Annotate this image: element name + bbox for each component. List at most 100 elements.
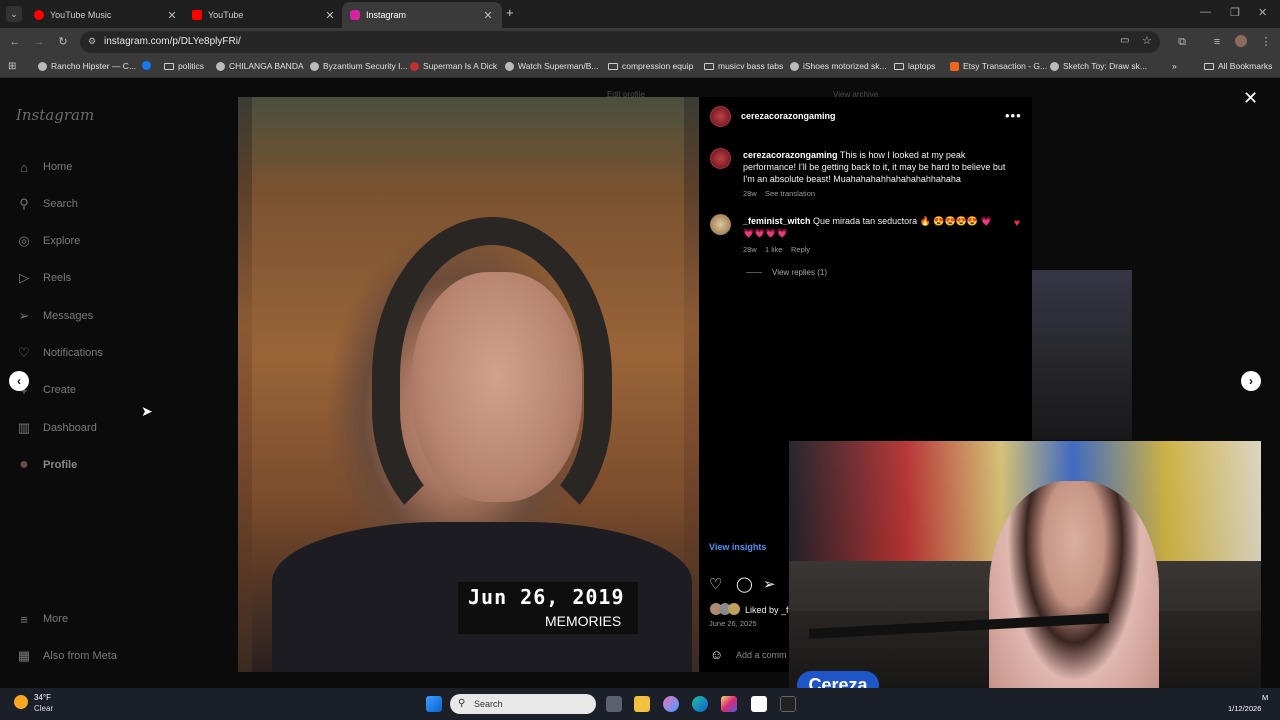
bookmark-item[interactable]: iShoes motorized sk... — [790, 61, 887, 71]
url-text[interactable]: instagram.com/p/DLYe8plyFRi/ — [104, 36, 241, 47]
all-bookmarks[interactable]: All Bookmarks — [1204, 61, 1272, 71]
close-modal-icon[interactable]: ✕ — [1243, 88, 1258, 109]
hamburger-icon: ≡ — [20, 611, 28, 627]
bookmark-item[interactable]: Watch Superman/B... — [505, 61, 598, 71]
terminal-icon[interactable] — [780, 696, 796, 712]
new-tab-button[interactable]: + — [506, 5, 514, 20]
nav-search[interactable]: ⚲ Search — [16, 193, 78, 215]
nav-profile[interactable]: ● Profile — [16, 454, 77, 476]
cast-icon[interactable]: ▭ — [1120, 35, 1129, 46]
media-icon[interactable]: ≡ — [1210, 35, 1224, 49]
tab-youtube[interactable]: YouTube ✕ — [184, 2, 344, 28]
reply-link[interactable]: Reply — [791, 245, 810, 254]
profile-avatar[interactable] — [1235, 35, 1247, 47]
liked-by-avatars — [710, 603, 742, 615]
bookmark-item[interactable]: Etsy Transaction - G... — [950, 61, 1047, 71]
view-insights-link[interactable]: View insights — [709, 542, 766, 552]
caption-username[interactable]: cerezacorazongaming — [743, 150, 838, 160]
post-options-icon[interactable]: ••• — [1005, 108, 1022, 123]
replies-divider — [746, 272, 762, 273]
forward-icon[interactable]: → — [32, 35, 46, 49]
messages-icon: ➢ — [18, 308, 30, 323]
amazon-icon[interactable] — [751, 696, 767, 712]
apps-icon[interactable]: ⊞ — [8, 61, 16, 72]
windows-start-icon[interactable] — [426, 696, 442, 712]
bookmark-label: Sketch Toy: Draw sk... — [1063, 61, 1147, 71]
tab-youtube-music[interactable]: YouTube Music ✕ — [26, 2, 186, 28]
task-view-icon[interactable] — [606, 696, 622, 712]
menu-icon[interactable]: ⋮ — [1259, 35, 1273, 49]
close-tab-icon[interactable]: ✕ — [166, 9, 178, 22]
comment-username[interactable]: _feminist_witch — [743, 216, 811, 226]
tab-instagram[interactable]: Instagram ✕ — [342, 2, 502, 28]
share-send-icon[interactable]: ➢ — [763, 575, 776, 593]
clock-date[interactable]: 1/12/2026 — [1228, 704, 1261, 713]
copilot-icon[interactable] — [663, 696, 679, 712]
photo-face — [412, 272, 582, 502]
emoji-icon[interactable]: ☺ — [710, 647, 723, 662]
close-tab-icon[interactable]: ✕ — [482, 9, 494, 22]
nav-notifications[interactable]: ♡ Notifications — [16, 342, 103, 364]
extensions-icon[interactable]: ⧉ — [1175, 35, 1189, 49]
bookmark-item[interactable]: Superman Is A Dick — [410, 61, 497, 71]
add-comment-input[interactable]: Add a comm — [736, 650, 787, 660]
bookmark-folder[interactable]: compression equip — [608, 61, 693, 71]
bookmark-star-icon[interactable]: ☆ — [1142, 34, 1152, 47]
weather-condition[interactable]: Clear — [34, 704, 53, 713]
like-heart-icon[interactable]: ♡ — [709, 575, 722, 593]
taskbar-search-box[interactable]: Search — [450, 694, 596, 714]
nav-label: Notifications — [43, 347, 103, 359]
nav-also-from-meta[interactable]: ▦ Also from Meta — [16, 645, 117, 667]
previous-post-button[interactable]: ‹ — [9, 371, 29, 391]
commenter-avatar[interactable] — [710, 214, 731, 235]
bookmark-item[interactable]: Rancho Hipster — C... — [38, 61, 136, 71]
post-author-username[interactable]: cerezacorazongaming — [741, 111, 836, 121]
bookmark-folder[interactable]: musicv bass tabs — [704, 61, 783, 71]
site-info-icon[interactable]: ⚙ — [88, 36, 96, 47]
file-explorer-icon[interactable] — [634, 696, 650, 712]
close-tab-icon[interactable]: ✕ — [324, 9, 336, 22]
meta-grid-icon: ▦ — [17, 648, 31, 663]
tab-search-dropdown[interactable]: ⌄ — [6, 6, 22, 22]
folder-icon — [894, 62, 904, 70]
caption-author-avatar[interactable] — [710, 148, 731, 169]
search-icon: ⚲ — [458, 698, 466, 709]
next-post-button[interactable]: › — [1241, 371, 1261, 391]
nav-more[interactable]: ≡ More — [16, 608, 68, 630]
weather-temperature[interactable]: 34°F — [34, 693, 51, 702]
instagram-taskbar-icon[interactable] — [721, 696, 737, 712]
nav-reels[interactable]: ▷ Reels — [16, 267, 71, 289]
edge-icon[interactable] — [692, 696, 708, 712]
bookmark-item[interactable]: Byzantium Security I... — [310, 61, 408, 71]
nav-label: Messages — [43, 310, 94, 322]
nav-explore[interactable]: ◎ Explore — [16, 230, 80, 252]
bookmark-item[interactable] — [142, 61, 155, 70]
close-window-icon[interactable]: ✕ — [1258, 6, 1267, 19]
minimize-icon[interactable]: — — [1200, 6, 1211, 18]
weather-icon[interactable] — [14, 695, 28, 709]
comment-likes[interactable]: 1 like — [765, 245, 783, 254]
view-replies-link[interactable]: View replies (1) — [772, 268, 827, 277]
address-bar[interactable]: ⚙ instagram.com/p/DLYe8plyFRi/ ▭ ☆ — [80, 31, 1160, 53]
bookmark-item[interactable]: Sketch Toy: Draw sk... — [1050, 61, 1147, 71]
back-icon[interactable]: ← — [8, 35, 22, 49]
nav-home[interactable]: ⌂ Home — [16, 156, 72, 178]
reload-icon[interactable]: ↻ — [56, 35, 70, 49]
more-bookmarks-button[interactable]: » — [1172, 61, 1177, 71]
like-comment-heart-icon[interactable]: ♥ — [1014, 218, 1020, 229]
clock-time[interactable]: M — [1262, 693, 1268, 702]
instagram-logo[interactable]: Instagram — [16, 106, 94, 124]
folder-icon — [164, 62, 174, 70]
bookmark-folder[interactable]: laptops — [894, 61, 935, 71]
folder-icon — [704, 62, 714, 70]
bookmark-label: politics — [178, 61, 204, 71]
post-author-avatar[interactable] — [710, 106, 731, 127]
bookmark-folder[interactable]: politics — [164, 61, 204, 71]
nav-messages[interactable]: ➢ Messages — [16, 305, 94, 327]
bookmark-item[interactable]: CHILANGA BANDA — [216, 61, 304, 71]
comment-bubble-icon[interactable]: ◯ — [736, 575, 753, 593]
liked-by-text[interactable]: Liked by _f — [745, 605, 789, 615]
nav-dashboard[interactable]: ▥ Dashboard — [16, 417, 97, 439]
see-translation-link[interactable]: See translation — [765, 189, 815, 198]
maximize-icon[interactable]: ❐ — [1230, 6, 1240, 19]
